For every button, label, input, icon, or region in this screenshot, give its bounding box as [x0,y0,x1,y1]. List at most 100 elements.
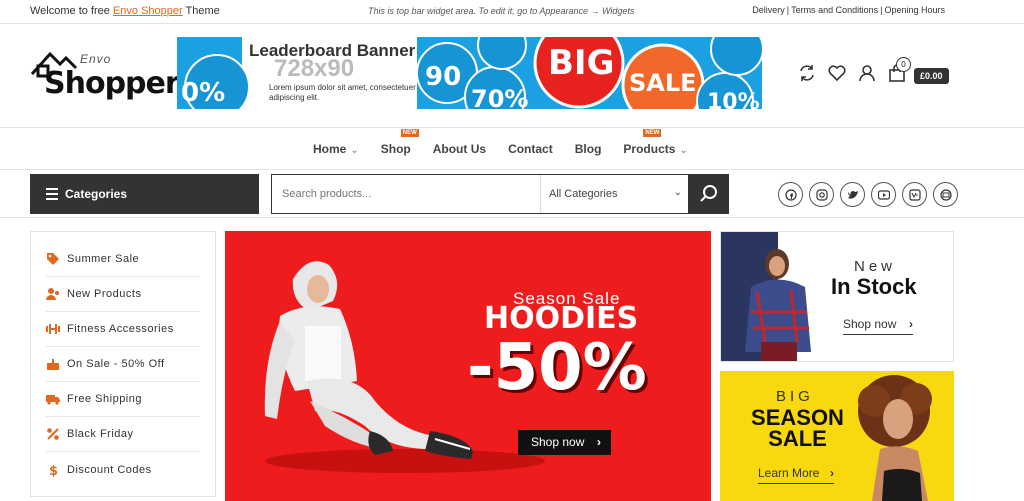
twitter-icon[interactable] [840,182,865,207]
new-badge: NEW [400,129,419,137]
truck-icon [46,392,60,406]
sidebar-item-label: Discount Codes [67,463,152,476]
sidebar-item-label: On Sale - 50% Off [67,358,165,370]
search-form: All Categories ⌄ [271,174,729,214]
categories-button[interactable]: Categories [30,174,259,214]
delivery-link[interactable]: Delivery [752,5,785,15]
nav-item-label: Shop [380,142,411,156]
sidebar-item-new-products[interactable]: New Products [46,277,200,312]
svg-text:$: $ [49,464,59,477]
svg-text:0%: 0% [181,78,225,108]
new-badge: NEW [643,129,662,137]
vk-icon[interactable] [902,182,927,207]
nav-item-label: Contact [508,142,553,156]
main-navigation: Home ⌄ NEW Shop About Us Contact Blog NEW P… [0,128,1024,170]
promo-model-image [745,249,811,361]
header-icons [798,64,906,82]
banner-sale-text: SALE [629,69,697,97]
users-icon [46,287,60,301]
sidebar-item-fitness-accessories[interactable]: Fitness Accessories [46,312,200,347]
sidebar-item-label: New Products [67,288,142,300]
promo1-title: In Stock [831,274,917,299]
category-select[interactable]: All Categories ⌄ [540,175,688,213]
wishlist-heart-icon[interactable] [828,64,846,82]
promo2-kicker: BIG [776,388,814,405]
promo2-title: SEASON SALE [750,405,845,451]
chevron-down-icon: ⌄ [350,145,359,156]
chevron-down-icon: ⌄ [673,187,682,198]
dumbbell-icon [46,322,60,336]
chevron-down-icon: ⌄ [679,145,688,156]
promo2-title-line1: SEASON [751,405,844,430]
banner-big-text: BIG [548,43,615,83]
site-logo[interactable]: Envo Shopper [30,48,180,104]
category-select-value: All Categories [549,188,618,200]
sidebar-item-label: Free Shipping [67,393,142,405]
nav-item-shop[interactable]: NEW Shop [380,129,419,156]
promo2-link-label: Learn More [758,466,820,480]
nav-item-products[interactable]: NEW Products ⌄ [623,129,688,156]
logo-shopper-text: Shopper [44,66,180,101]
banner-size: 728x90 [274,55,355,82]
compare-icon[interactable] [798,64,816,82]
category-sidebar: Summer Sale New Products Fitness Accesso… [30,231,216,497]
hero-discount: -50% [467,331,647,405]
sidebar-item-label: Summer Sale [67,253,140,265]
search-icon [700,185,717,202]
nav-item-label: Home [313,142,347,156]
promo-new-in-stock[interactable]: New In Stock Shop now › [720,231,954,362]
top-links: Delivery | Terms and Conditions | Opening … [752,5,945,15]
leaderboard-banner[interactable]: 0% 90 70% 10% Leaderboard Banner 728x90 … [177,37,762,109]
search-button[interactable] [688,174,729,214]
chevron-right-icon: › [830,466,834,480]
hero-shop-now-button[interactable]: Shop now › [518,430,611,455]
email-icon[interactable] [933,182,958,207]
categories-label: Categories [65,187,128,201]
nav-item-label: Blog [574,142,602,156]
percent-icon [46,427,60,441]
envo-shopper-link[interactable]: Envo Shopper [113,5,183,17]
sidebar-item-on-sale[interactable]: On Sale - 50% Off [46,347,200,382]
nav-item-contact[interactable]: Contact [508,142,553,156]
sidebar-item-discount-codes[interactable]: $ Discount Codes [46,452,200,487]
nav-item-home[interactable]: Home ⌄ [313,142,359,156]
sidebar-item-black-friday[interactable]: Black Friday [46,417,200,452]
chevron-right-icon: › [597,435,601,449]
svg-text:70%: 70% [471,85,528,109]
account-user-icon[interactable] [858,64,876,82]
hamburger-icon [46,188,58,203]
svg-text:10%: 10% [707,90,760,109]
welcome-suffix: Theme [185,5,220,17]
sidebar-item-free-shipping[interactable]: Free Shipping [46,382,200,417]
nav-item-blog[interactable]: Blog [575,142,602,156]
promo2-title-line2: SALE [768,426,827,451]
promo1-kicker: New [854,258,897,275]
youtube-icon[interactable] [871,182,896,207]
promo1-link-label: Shop now [843,317,897,331]
hero-button-label: Shop now [531,435,585,449]
widget-note: This is top bar widget area. To edit it,… [368,6,635,16]
promo-model-image [858,375,932,501]
search-input[interactable] [272,175,540,213]
opening-hours-link[interactable]: Opening Hours [884,5,945,15]
instagram-icon[interactable] [809,182,834,207]
top-bar: Welcome to free Envo Shopper Theme This … [0,0,1024,24]
site-header: Envo Shopper 0% 90 70% 10% Leaderboard B… [0,24,1024,128]
cart-total[interactable]: £0.00 [914,68,949,84]
welcome-prefix: Welcome to free [30,5,110,17]
social-links [778,182,958,207]
nav-item-label: About Us [432,142,487,156]
promo-big-season-sale[interactable]: BIG SEASON SALE Learn More › [720,371,954,501]
facebook-icon[interactable] [778,182,803,207]
dollar-icon: $ [46,463,60,479]
terms-link[interactable]: Terms and Conditions [791,5,878,15]
nav-item-about-us[interactable]: About Us [433,142,486,156]
chevron-right-icon: › [909,317,913,331]
nav-item-label: Products [623,142,676,156]
svg-text:90: 90 [425,62,461,92]
hero-banner[interactable]: Season Sale HOODIES -50% Shop now › [225,231,711,501]
promo2-learn-more-link[interactable]: Learn More › [758,466,834,484]
sidebar-item-summer-sale[interactable]: Summer Sale [46,242,200,277]
welcome-text: Welcome to free Envo Shopper Theme [30,5,220,17]
promo1-shop-now-link[interactable]: Shop now › [843,317,913,335]
